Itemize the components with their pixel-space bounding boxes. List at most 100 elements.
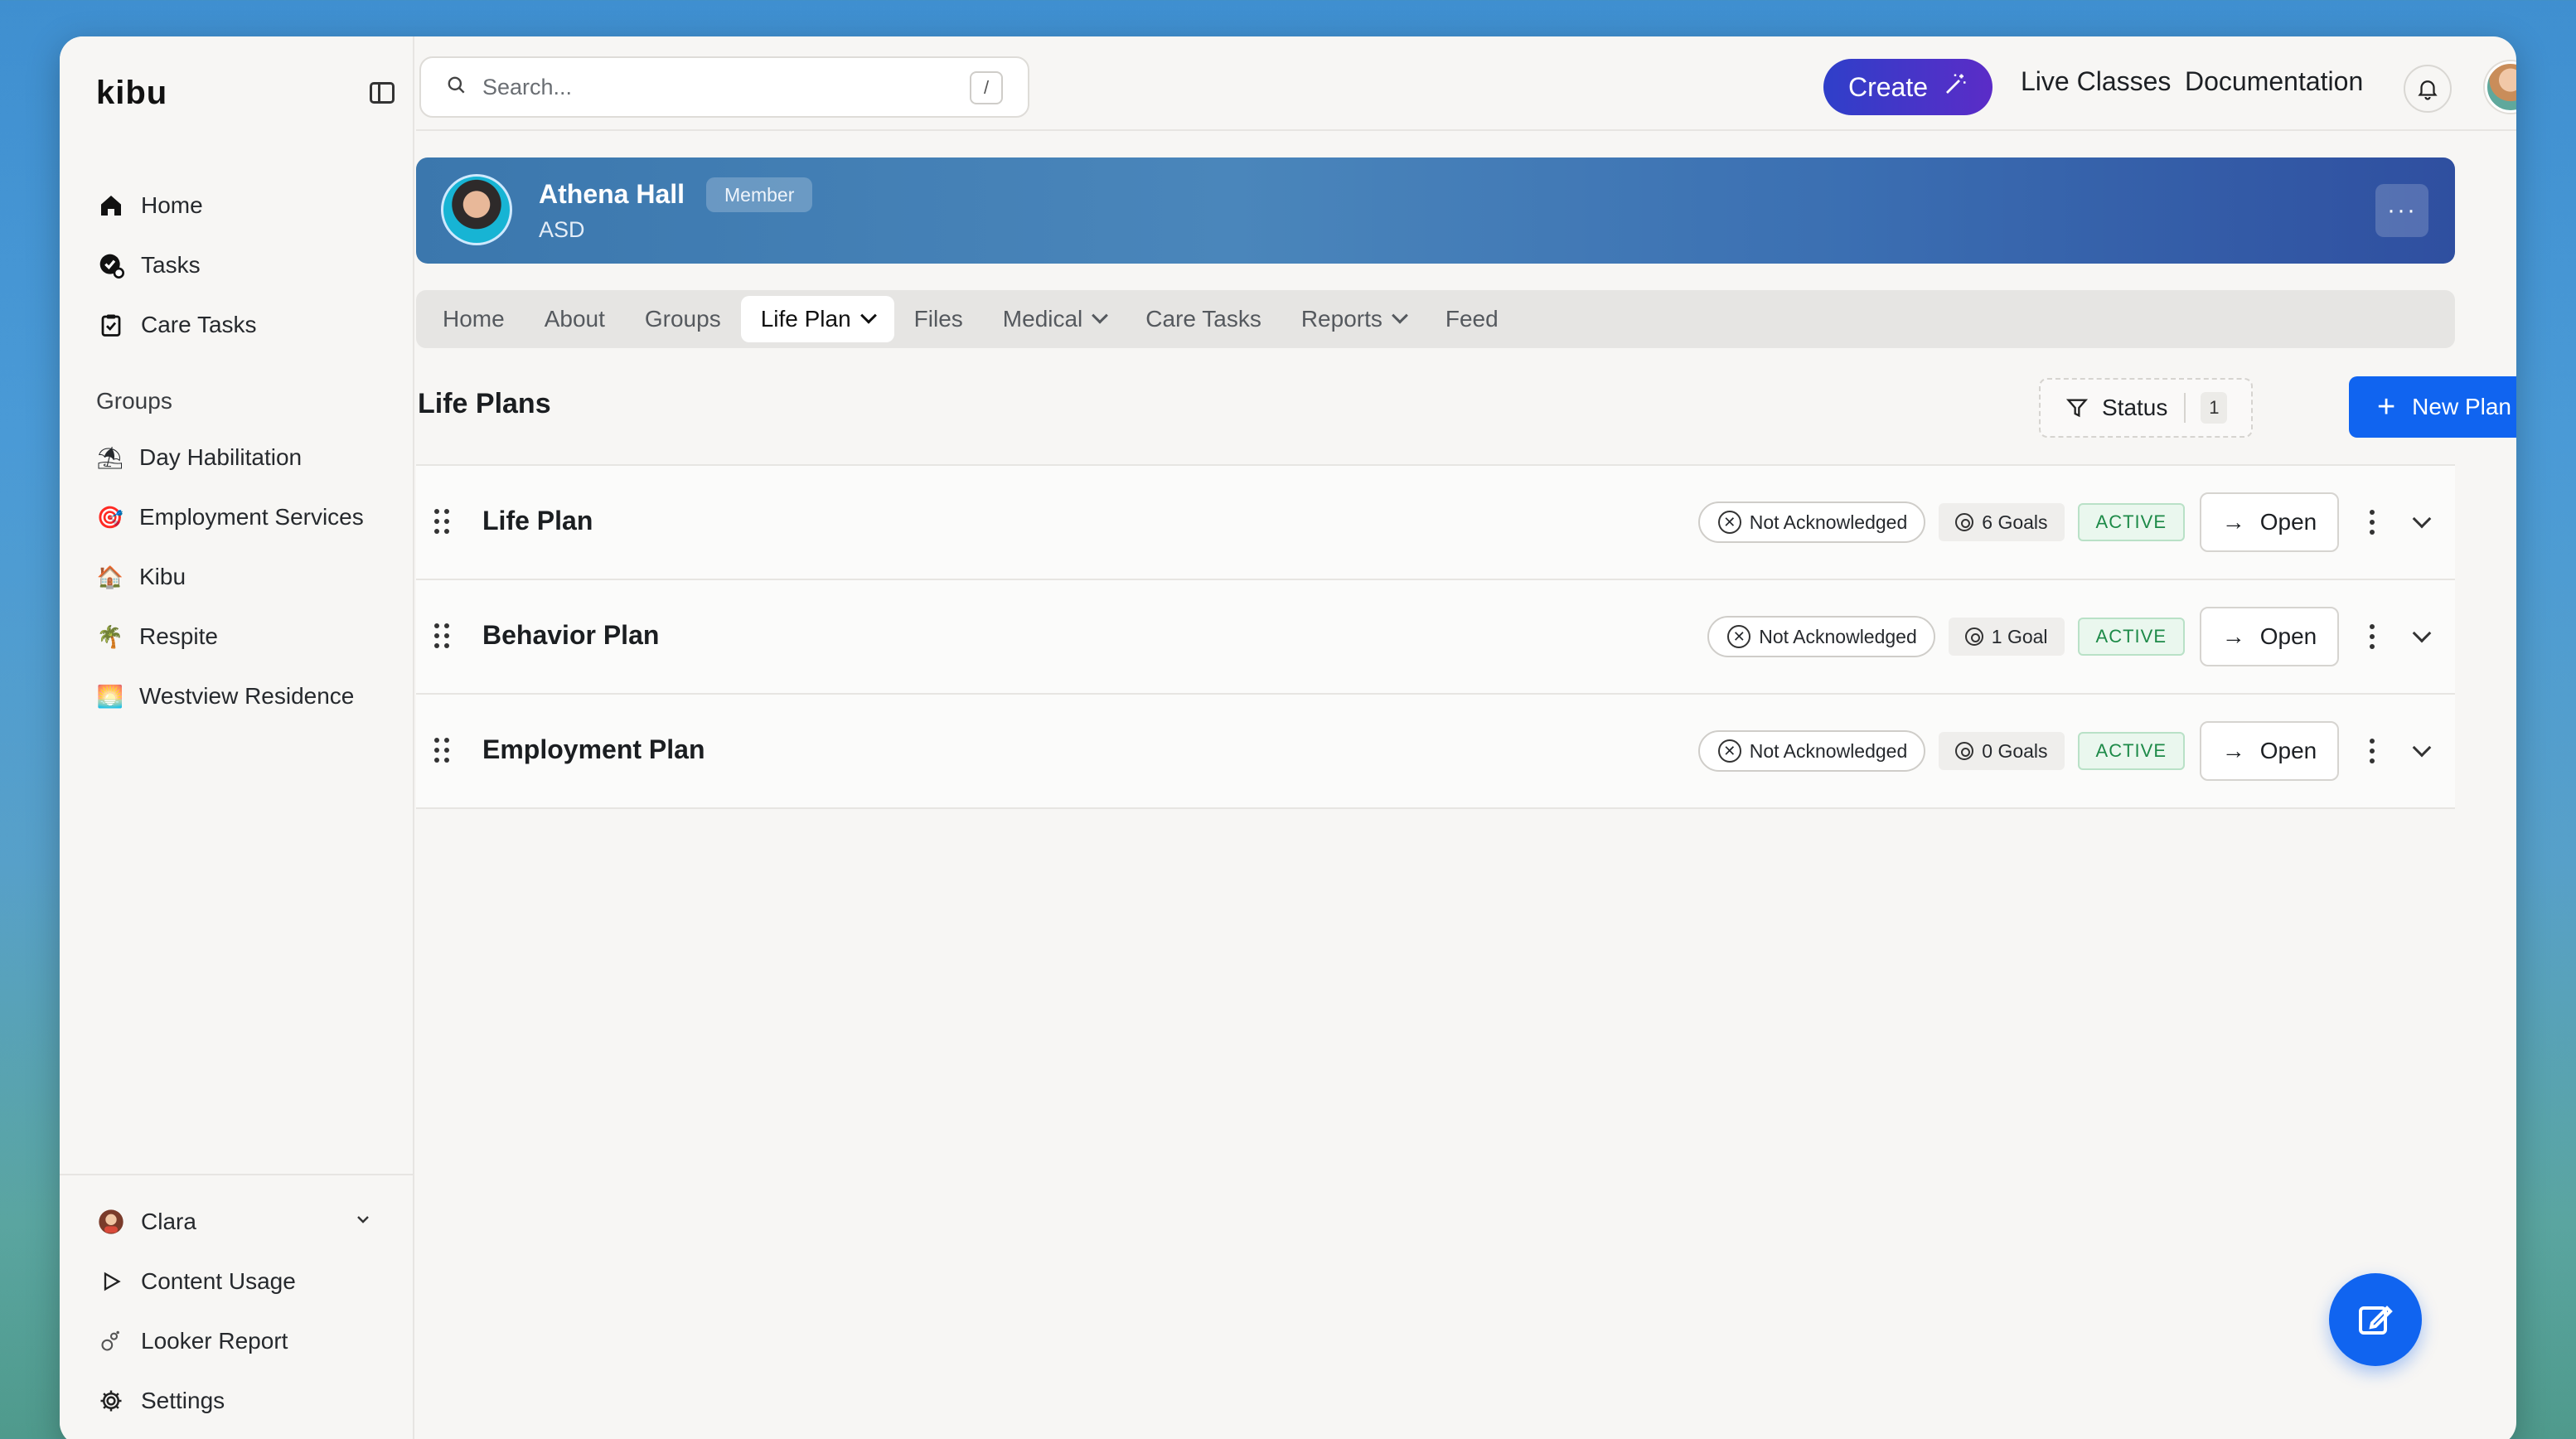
sidebar-group-employment-services[interactable]: 🎯 Employment Services (93, 487, 391, 547)
arrow-right-icon: → (2221, 509, 2245, 535)
open-button[interactable]: → Open (2200, 492, 2339, 552)
plans-list: Life Plan ✕ Not Acknowledged 6 Goals ACT… (416, 464, 2455, 809)
sidebar-item-settings[interactable]: Settings (93, 1371, 381, 1431)
sidebar-group-kibu[interactable]: 🏠 Kibu (93, 547, 391, 607)
new-plan-button[interactable]: + New Plan (2349, 376, 2516, 438)
x-circle-icon: ✕ (1717, 739, 1741, 763)
compose-fab-button[interactable] (2329, 1273, 2422, 1366)
sidebar-bottom: Clara Content Usage Looker Report Settin… (60, 1174, 414, 1439)
live-classes-link[interactable]: Live Classes (2021, 66, 2171, 97)
chevron-down-icon[interactable] (2412, 623, 2432, 643)
drag-handle-icon[interactable] (434, 509, 449, 534)
sidebar-item-tasks[interactable]: Tasks (93, 235, 391, 295)
tab-label: Groups (644, 306, 721, 332)
plan-row-actions: ✕ Not Acknowledged 0 Goals ACTIVE → Open (1697, 695, 2455, 807)
account-avatar[interactable] (2485, 61, 2516, 113)
user-menu[interactable]: Clara (93, 1192, 381, 1252)
sidebar-item-label: Care Tasks (141, 312, 257, 337)
tab-life-plan[interactable]: Life Plan (740, 296, 894, 342)
plan-row[interactable]: Employment Plan ✕ Not Acknowledged 0 Goa… (416, 695, 2455, 809)
target-icon (1955, 742, 1974, 760)
more-options-icon[interactable]: ··· (2375, 184, 2428, 237)
ack-label: Not Acknowledged (1759, 625, 1917, 647)
create-button[interactable]: Create (1823, 59, 1993, 115)
documentation-link[interactable]: Documentation (2185, 66, 2363, 97)
ack-label: Not Acknowledged (1749, 511, 1908, 533)
sidebar-group-westview-residence[interactable]: 🌅 Westview Residence (93, 666, 391, 726)
notifications-bell-icon[interactable] (2404, 65, 2452, 113)
drag-handle-icon[interactable] (434, 738, 449, 763)
plan-row-actions: ✕ Not Acknowledged 1 Goal ACTIVE → Open (1707, 580, 2455, 693)
search-icon (446, 75, 467, 100)
tab-about[interactable]: About (525, 296, 625, 342)
palm-tree-icon: 🌴 (96, 623, 124, 649)
tab-feed[interactable]: Feed (1426, 296, 1518, 342)
chevron-down-icon (859, 307, 877, 324)
tab-reports[interactable]: Reports (1281, 296, 1426, 342)
plan-row[interactable]: Life Plan ✕ Not Acknowledged 6 Goals ACT… (416, 466, 2455, 580)
plan-name: Life Plan (482, 506, 593, 535)
looker-icon (96, 1326, 126, 1356)
tab-care-tasks[interactable]: Care Tasks (1126, 296, 1281, 342)
tab-groups[interactable]: Groups (625, 296, 741, 342)
tab-label: Medical (1002, 306, 1083, 332)
sidebar-group-respite[interactable]: 🌴 Respite (93, 607, 391, 666)
sidebar-toggle-icon[interactable] (370, 82, 395, 104)
groups-heading: Groups (96, 388, 172, 414)
tab-label: Feed (1445, 306, 1499, 332)
tab-label: About (544, 306, 605, 332)
open-button[interactable]: → Open (2200, 607, 2339, 666)
topbar: Search... / Create Live Classes Document… (416, 36, 2516, 131)
open-label: Open (2259, 738, 2317, 763)
member-badge: Member (706, 177, 813, 212)
status-filter-button[interactable]: Status 1 (2039, 378, 2253, 438)
main-content: Search... / Create Live Classes Document… (416, 36, 2516, 1439)
group-label: Employment Services (139, 504, 364, 530)
more-vertical-icon[interactable] (2364, 739, 2380, 763)
status-badge: ACTIVE (2077, 732, 2185, 770)
arrow-right-icon: → (2221, 738, 2245, 763)
sidebar-item-label: Settings (141, 1388, 225, 1413)
sidebar-item-care-tasks[interactable]: Care Tasks (93, 295, 391, 355)
more-vertical-icon[interactable] (2364, 624, 2380, 649)
sidebar-item-label: Home (141, 192, 203, 218)
tab-home[interactable]: Home (423, 296, 525, 342)
group-label: Day Habilitation (139, 444, 303, 470)
plan-row[interactable]: Behavior Plan ✕ Not Acknowledged 1 Goal … (416, 580, 2455, 695)
groups-list: ⛱ Day Habilitation 🎯 Employment Services… (93, 428, 391, 726)
more-vertical-icon[interactable] (2364, 510, 2380, 535)
chevron-down-icon[interactable] (2412, 509, 2432, 529)
tab-files[interactable]: Files (894, 296, 983, 342)
open-label: Open (2259, 509, 2317, 535)
search-input[interactable]: Search... / (419, 56, 1029, 118)
ack-label: Not Acknowledged (1749, 739, 1908, 762)
chevron-down-icon (353, 1209, 373, 1235)
sidebar-item-label: Tasks (141, 252, 201, 278)
chevron-down-icon (1391, 307, 1408, 324)
search-placeholder: Search... (482, 74, 573, 99)
sidebar-nav: Home Tasks Care Tasks (93, 176, 391, 355)
sunset-icon: 🌅 (96, 683, 124, 709)
user-name: Clara (141, 1209, 196, 1234)
group-label: Westview Residence (139, 683, 355, 709)
tab-label: Care Tasks (1145, 306, 1261, 332)
goals-badge: 6 Goals (1939, 503, 2065, 541)
chevron-down-icon[interactable] (2412, 738, 2432, 758)
tasks-icon (96, 250, 126, 280)
edit-icon (2356, 1300, 2395, 1340)
sidebar-item-looker-report[interactable]: Looker Report (93, 1311, 381, 1371)
drag-handle-icon[interactable] (434, 623, 449, 648)
sidebar-item-home[interactable]: Home (93, 176, 391, 235)
acknowledgement-badge: ✕ Not Acknowledged (1707, 616, 1935, 657)
open-button[interactable]: → Open (2200, 721, 2339, 781)
house-icon: 🏠 (96, 564, 124, 589)
profile-banner: Athena Hall Member ASD ··· (416, 157, 2455, 264)
tab-label: Files (913, 306, 963, 332)
new-plan-label: New Plan (2412, 394, 2512, 419)
tab-medical[interactable]: Medical (983, 296, 1126, 342)
sidebar-item-content-usage[interactable]: Content Usage (93, 1252, 381, 1311)
group-label: Kibu (139, 564, 186, 589)
sidebar-group-day-habilitation[interactable]: ⛱ Day Habilitation (93, 428, 391, 487)
sidebar-item-label: Content Usage (141, 1268, 296, 1294)
sidebar-item-label: Looker Report (141, 1328, 288, 1354)
